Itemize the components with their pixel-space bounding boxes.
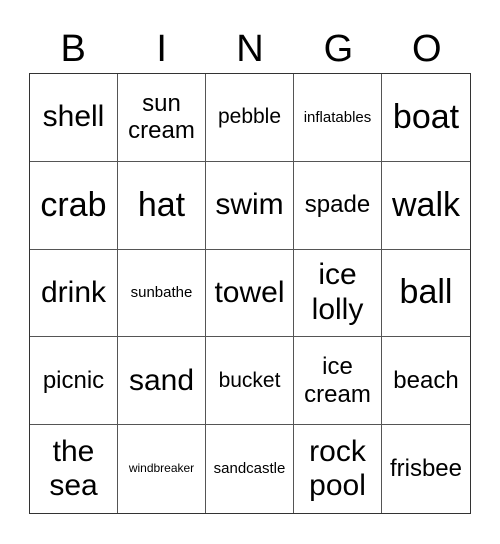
header-letter-g: G: [323, 28, 354, 70]
header-letter-i: I: [156, 28, 167, 70]
bingo-cell-text: pebble: [217, 105, 282, 129]
bingo-cell-text: windbreaker: [128, 461, 195, 476]
bingo-cell[interactable]: bucket: [206, 337, 294, 426]
bingo-cell-text: crab: [40, 185, 107, 224]
bingo-cell-text: swim: [215, 187, 284, 221]
bingo-cell-text: ice cream: [304, 353, 371, 408]
bingo-cell-text: bucket: [218, 368, 281, 392]
bingo-cell[interactable]: swim: [206, 161, 294, 250]
header-letter-o: O: [412, 28, 442, 70]
bingo-cell[interactable]: beach: [382, 337, 470, 426]
bingo-cell-text: shell: [42, 100, 105, 134]
bingo-cell-text: sandcastle: [213, 460, 286, 478]
bingo-cell[interactable]: inflatables: [294, 74, 382, 162]
bingo-cell[interactable]: crab: [30, 161, 118, 250]
bingo-cell[interactable]: ice cream: [294, 337, 382, 426]
header-letter-n: N: [236, 28, 264, 70]
bingo-cell[interactable]: boat: [382, 74, 470, 162]
bingo-cell[interactable]: frisbee: [382, 425, 470, 513]
bingo-cell-text: beach: [393, 366, 459, 394]
bingo-cell-text: towel: [214, 275, 285, 309]
bingo-cell[interactable]: shell: [30, 74, 118, 162]
bingo-header: B I N G O: [29, 27, 471, 73]
bingo-cell[interactable]: towel: [206, 249, 294, 338]
bingo-cell-text: picnic: [42, 366, 105, 394]
bingo-cell[interactable]: sand: [118, 337, 206, 426]
bingo-cell-text: the sea: [49, 434, 98, 503]
bingo-cell[interactable]: sun cream: [118, 74, 206, 162]
bingo-cell-text: walk: [391, 185, 461, 224]
bingo-cell[interactable]: sunbathe: [118, 249, 206, 338]
bingo-cell-text: spade: [304, 191, 371, 219]
bingo-cell[interactable]: hat: [118, 161, 206, 250]
bingo-cell-text: sunbathe: [130, 284, 193, 302]
bingo-cell[interactable]: walk: [382, 162, 470, 250]
bingo-cell[interactable]: drink: [30, 249, 118, 338]
bingo-cell-text: ice lolly: [311, 258, 364, 326]
bingo-cell[interactable]: ball: [382, 250, 470, 338]
bingo-cell[interactable]: picnic: [30, 337, 118, 426]
bingo-cell[interactable]: rock pool: [294, 425, 382, 513]
bingo-cell-text: boat: [392, 97, 460, 136]
bingo-cell-text: sun cream: [128, 89, 195, 145]
bingo-cell[interactable]: the sea: [30, 425, 118, 513]
bingo-cell[interactable]: spade: [294, 161, 382, 250]
header-letter-b: B: [60, 28, 86, 70]
bingo-cell[interactable]: sandcastle: [206, 425, 294, 513]
bingo-cell[interactable]: windbreaker: [118, 425, 206, 513]
bingo-cell-text: ball: [399, 273, 453, 312]
bingo-cell-text: sand: [128, 363, 195, 397]
bingo-cell[interactable]: ice lolly: [294, 249, 382, 338]
bingo-cell-text: drink: [40, 275, 107, 309]
bingo-cell-text: inflatables: [303, 108, 372, 126]
bingo-cell-text: frisbee: [389, 455, 463, 483]
bingo-cell-text: rock pool: [309, 434, 366, 503]
bingo-card-grid: shell sun cream pebble inflatables boat crab h…: [29, 73, 471, 514]
bingo-cell-text: hat: [137, 185, 186, 224]
bingo-cell[interactable]: pebble: [206, 74, 294, 162]
